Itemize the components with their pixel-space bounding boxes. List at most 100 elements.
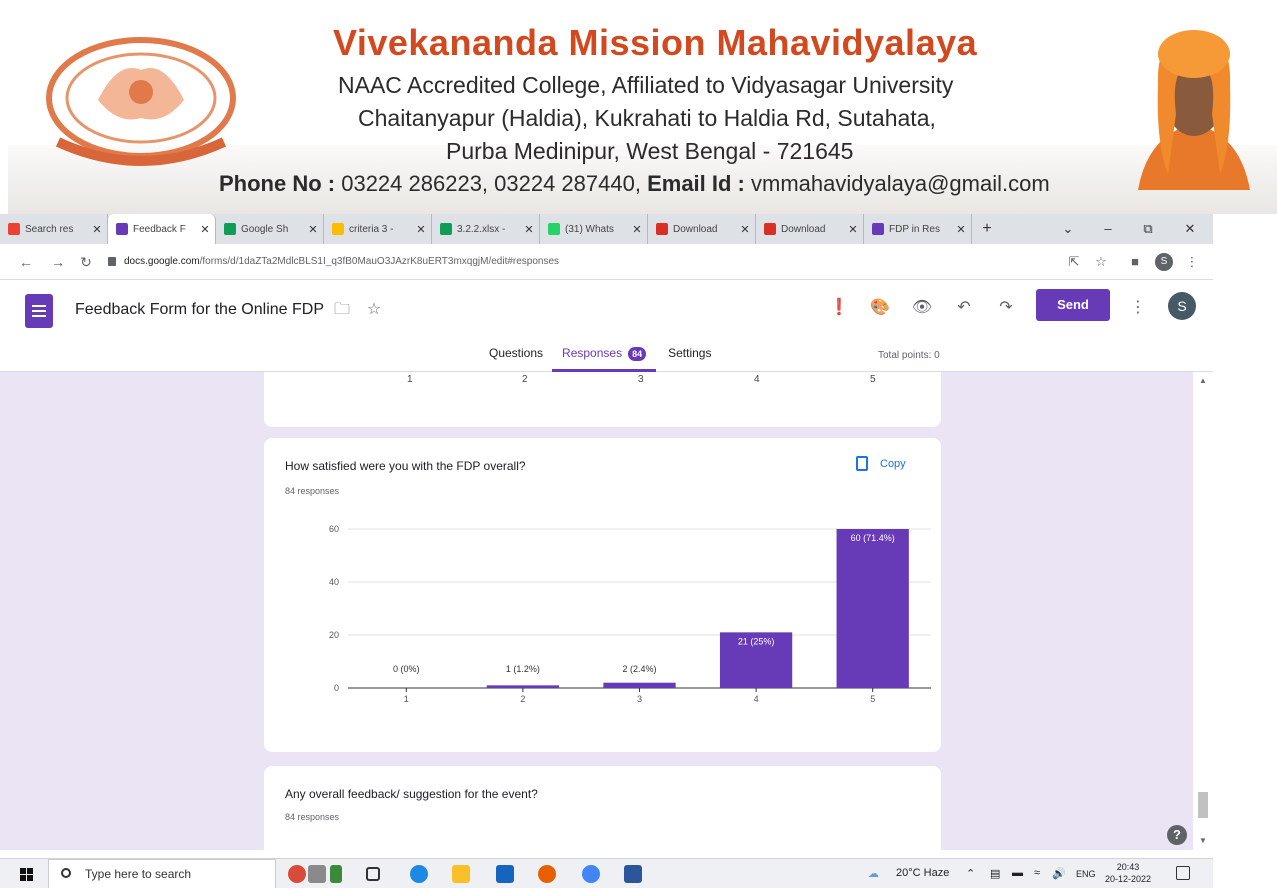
browser-tab[interactable]: Download ✕ — [648, 214, 756, 244]
tab-search-icon[interactable]: ⌄ — [1050, 214, 1086, 244]
minimize-icon[interactable]: – — [1090, 214, 1126, 244]
edge-browser-icon[interactable] — [410, 865, 428, 883]
close-tab-icon[interactable]: ✕ — [307, 223, 319, 236]
tab-settings[interactable]: Settings — [668, 346, 711, 372]
close-tab-icon[interactable]: ✕ — [523, 223, 535, 236]
bar — [486, 685, 560, 688]
browser-tab[interactable]: Google Sh ✕ — [216, 214, 324, 244]
volume-icon[interactable]: 🔊 — [1052, 867, 1066, 880]
customize-theme-icon[interactable]: 🎨 — [868, 296, 892, 320]
new-tab-button[interactable]: + — [976, 220, 998, 238]
browser-tab[interactable]: (31) Whats ✕ — [540, 214, 648, 244]
language-indicator[interactable]: ENG — [1076, 869, 1096, 879]
chrome-icon[interactable] — [582, 865, 600, 883]
close-tab-icon[interactable]: ✕ — [955, 223, 967, 236]
tab-questions-label: Questions — [489, 346, 544, 360]
taskbar-search-input[interactable]: Type here to search — [48, 859, 276, 888]
address-line-2: Purba Medinipur, West Bengal - 721645 — [446, 138, 854, 164]
x-tick-label: 5 — [870, 694, 875, 704]
browser-menu-icon[interactable]: ⋮ — [1183, 253, 1201, 271]
form-title[interactable]: Feedback Form for the Online FDP — [75, 301, 324, 319]
y-tick-label: 20 — [329, 630, 339, 640]
close-tab-icon[interactable]: ✕ — [199, 223, 211, 236]
scroll-thumb[interactable] — [1198, 792, 1208, 818]
help-icon[interactable]: ? — [1167, 825, 1187, 845]
reload-icon[interactable]: ↻ — [76, 252, 96, 272]
contact-line: Phone No : 03224 286223, 03224 287440, E… — [219, 171, 1050, 197]
bookmark-star-icon[interactable]: ☆ — [1092, 253, 1110, 271]
task-view-icon[interactable] — [366, 867, 380, 881]
windows-start-icon[interactable] — [20, 868, 33, 881]
file-explorer-icon[interactable] — [452, 865, 470, 883]
y-tick-label: 40 — [329, 577, 339, 587]
url-input[interactable]: docs.google.com/forms/d/1daZTa2MdlcBLS1I… — [108, 250, 1058, 274]
sheets-icon — [224, 223, 236, 235]
system-clock[interactable]: 20:43 20-12-2022 — [1105, 861, 1151, 885]
forms-logo-icon[interactable] — [25, 294, 53, 328]
close-window-icon[interactable]: ✕ — [1172, 214, 1208, 244]
close-tab-icon[interactable]: ✕ — [739, 223, 751, 236]
browser-tab-label: Download — [673, 223, 718, 235]
prev-tick-label: 1 — [407, 374, 413, 385]
browser-tab[interactable]: Download ✕ — [756, 214, 864, 244]
addons-icon[interactable]: ❗ — [827, 296, 851, 320]
extensions-icon[interactable]: ■ — [1126, 253, 1144, 271]
back-icon[interactable]: ← — [16, 252, 36, 272]
close-tab-icon[interactable]: ✕ — [415, 223, 427, 236]
pinned-app-icon[interactable] — [288, 865, 306, 883]
forward-icon[interactable]: → — [48, 252, 68, 272]
battery-icon[interactable]: ▬ — [1012, 867, 1023, 879]
preview-eye-icon[interactable]: 👁 — [910, 296, 934, 320]
close-tab-icon[interactable]: ✕ — [847, 223, 859, 236]
share-icon[interactable]: ⇱ — [1065, 253, 1083, 271]
restore-icon[interactable]: ⧉ — [1130, 214, 1166, 244]
mail-icon[interactable] — [496, 865, 514, 883]
previous-question-card: 1 2 3 4 5 — [264, 372, 941, 427]
more-options-icon[interactable]: ⋮ — [1126, 296, 1150, 320]
weather-text[interactable]: 20°C Haze — [896, 867, 949, 879]
accreditation-line: NAAC Accredited College, Affiliated to V… — [338, 72, 954, 98]
firefox-icon[interactable] — [538, 865, 556, 883]
url-host: docs.google.com — [124, 256, 200, 267]
close-tab-icon[interactable]: ✕ — [91, 223, 103, 236]
tray-chevron-icon[interactable]: ⌃ — [966, 867, 975, 880]
sheets-icon — [440, 223, 452, 235]
notification-center-icon[interactable] — [1176, 866, 1190, 880]
browser-tab[interactable]: 3.2.2.xlsx - ✕ — [432, 214, 540, 244]
pinned-app-icon[interactable] — [308, 865, 326, 883]
tab-questions[interactable]: Questions — [489, 346, 543, 372]
phone-value: 03224 286223, 03224 287440, — [335, 171, 648, 196]
address-bar: ← → ↻ docs.google.com/forms/d/1daZTa2Mdl… — [0, 244, 1213, 280]
account-avatar[interactable]: S — [1168, 292, 1196, 320]
send-button[interactable]: Send — [1036, 289, 1110, 321]
word-icon[interactable] — [624, 865, 642, 883]
wifi-icon[interactable]: ≈ — [1034, 867, 1040, 879]
scroll-down-arrow-icon[interactable]: ▼ — [1199, 836, 1207, 845]
close-tab-icon[interactable]: ✕ — [631, 223, 643, 236]
network-icon[interactable]: ▤ — [990, 867, 1000, 880]
star-icon[interactable]: ☆ — [362, 298, 386, 322]
move-to-folder-icon[interactable]: 🗀 — [330, 298, 354, 322]
redo-icon[interactable]: ↷ — [994, 296, 1018, 320]
browser-tab[interactable]: criteria 3 - ✕ — [324, 214, 432, 244]
browser-tab-label: 3.2.2.xlsx - — [457, 223, 506, 235]
question-card-satisfaction: How satisfied were you with the FDP over… — [264, 438, 941, 752]
pinned-app-icon[interactable] — [330, 865, 342, 883]
scroll-up-arrow-icon[interactable]: ▲ — [1199, 376, 1207, 385]
browser-tab[interactable]: Feedback F ✕ — [108, 214, 216, 244]
bar-data-label: 0 (0%) — [393, 664, 420, 674]
prev-tick-label: 3 — [638, 374, 644, 385]
college-emblem-logo — [46, 37, 236, 166]
browser-tab[interactable]: FDP in Res ✕ — [864, 214, 972, 244]
browser-profile-avatar[interactable]: S — [1155, 253, 1173, 271]
weather-icon[interactable]: ☁ — [868, 867, 879, 880]
clock-date: 20-12-2022 — [1105, 874, 1152, 884]
response-count: 84 responses — [285, 812, 340, 822]
undo-icon[interactable]: ↶ — [952, 296, 976, 320]
responses-content: 1 2 3 4 5 How satisfied were you with th… — [0, 372, 1213, 850]
whatsapp-icon — [548, 223, 560, 235]
browser-tab[interactable]: Search res ✕ — [0, 214, 108, 244]
page-scrollbar[interactable]: ▲ ▼ — [1193, 372, 1213, 850]
y-tick-label: 0 — [334, 683, 339, 693]
tab-responses[interactable]: Responses 84 — [552, 346, 657, 372]
